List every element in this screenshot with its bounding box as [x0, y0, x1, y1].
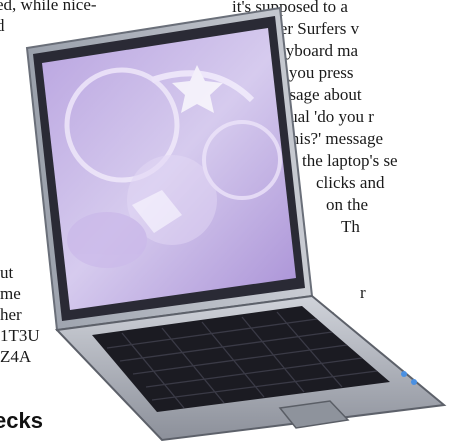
- status-light: [411, 379, 417, 385]
- status-light: [401, 371, 407, 377]
- laptop-image: [25, 6, 447, 442]
